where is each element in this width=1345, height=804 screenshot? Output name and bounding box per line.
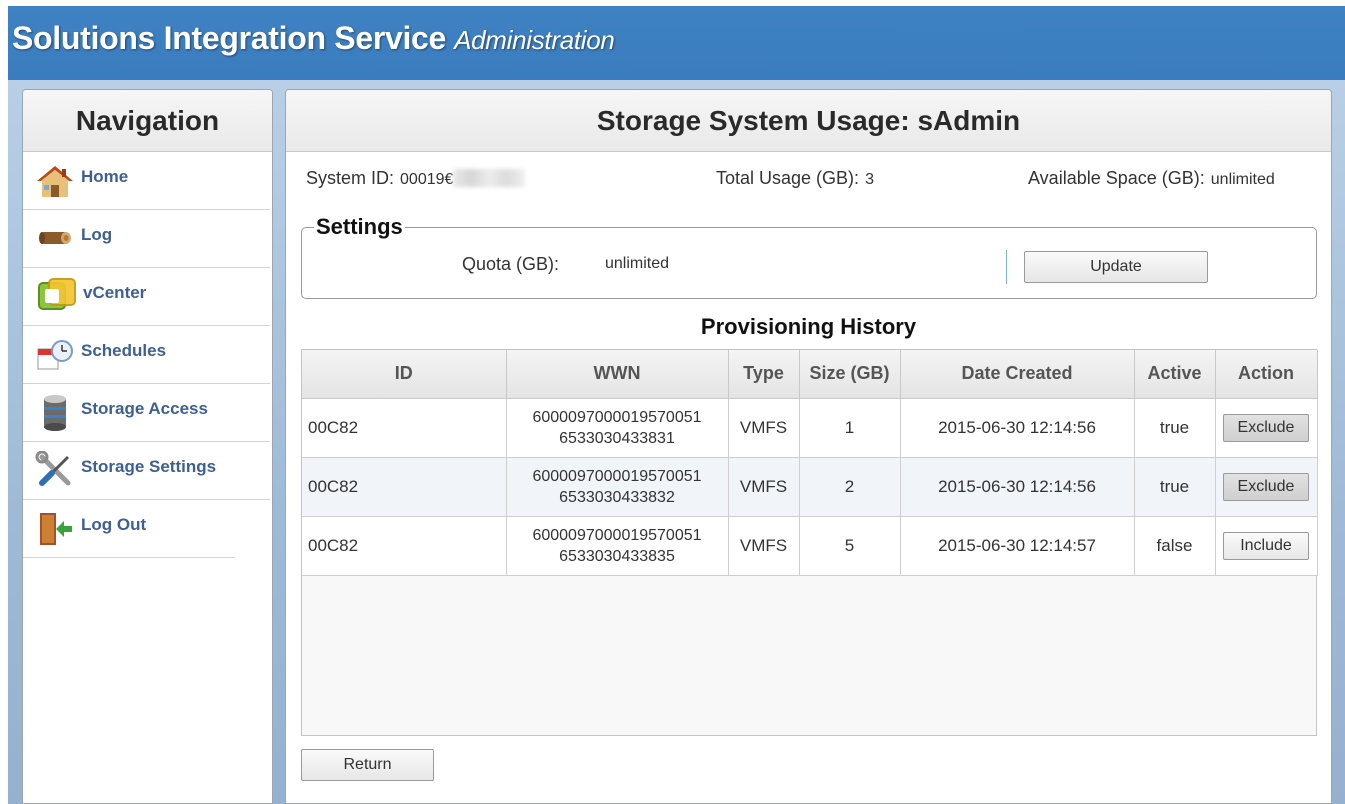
cell-date-created: 2015-06-30 12:14:56	[900, 398, 1135, 458]
nav-item-vcenter[interactable]: vCenter	[23, 268, 270, 326]
app-title: Solutions Integration Service Administrat…	[12, 20, 615, 57]
wwn-line-1: 6000097000019570051	[532, 526, 702, 544]
cell-active: false	[1134, 516, 1216, 576]
cell-wwn: 6000097000019570051 6533030433831	[506, 398, 729, 458]
wwn-line-1: 6000097000019570051	[532, 467, 702, 485]
cell-id: 00C82	[302, 516, 507, 576]
cell-date-created: 2015-06-30 12:14:56	[900, 457, 1135, 517]
nav-item-label: Log	[81, 224, 113, 244]
quota-label: Quota (GB):	[462, 254, 560, 274]
nav-item-log-out[interactable]: Log Out	[23, 500, 235, 558]
wrench-screwdriver-icon	[33, 450, 77, 491]
wood-log-icon	[33, 219, 77, 259]
cell-active: true	[1134, 457, 1216, 517]
cell-size: 5	[799, 516, 901, 576]
total-usage: Total Usage (GB): 3	[716, 168, 874, 189]
column-header-type[interactable]: Type	[728, 350, 800, 399]
exclude-button[interactable]: Exclude	[1223, 413, 1309, 442]
quota-value: unlimited	[605, 255, 670, 272]
vcenter-icon	[35, 277, 79, 317]
system-id: System ID: 00019€	[306, 168, 526, 189]
main-panel: Storage System Usage: sAdmin System ID: 0…	[285, 89, 1332, 804]
nav-item-label: Home	[81, 166, 129, 186]
column-header-id[interactable]: ID	[302, 350, 507, 399]
column-header-active[interactable]: Active	[1134, 350, 1216, 399]
column-header-date-created[interactable]: Date Created	[900, 350, 1135, 399]
settings-legend: Settings	[314, 214, 405, 240]
cell-date-created: 2015-06-30 12:14:57	[900, 516, 1135, 576]
nav-item-label: Schedules	[81, 340, 167, 360]
nav-item-label: Storage Access	[81, 398, 208, 418]
include-button[interactable]: Include	[1223, 531, 1309, 560]
return-button[interactable]: Return	[301, 749, 434, 781]
calendar-clock-icon	[33, 335, 77, 375]
house-icon	[33, 161, 77, 201]
column-header-wwn[interactable]: WWN	[506, 350, 729, 399]
total-usage-value: 3	[865, 171, 874, 188]
cell-size: 1	[799, 398, 901, 458]
door-exit-icon	[33, 509, 77, 549]
navigation-panel: Navigation Home Log vCenter Schedules St…	[22, 89, 273, 804]
storage-cylinder-icon	[33, 393, 77, 433]
nav-item-home[interactable]: Home	[23, 152, 270, 210]
provisioning-history-table: ID WWN Type Size (GB) Date Created Activ…	[301, 349, 1318, 736]
cell-wwn: 6000097000019570051 6533030433832	[506, 457, 729, 517]
table-row: 00C82 6000097000019570051 6533030433832 V…	[302, 457, 1318, 517]
cell-type: VMFS	[728, 516, 800, 576]
nav-item-storage-access[interactable]: Storage Access	[23, 384, 270, 442]
column-header-size[interactable]: Size (GB)	[799, 350, 901, 399]
available-space-value: unlimited	[1210, 171, 1275, 188]
system-id-label: System ID:	[306, 168, 395, 188]
cell-active: true	[1134, 398, 1216, 458]
cell-action: Exclude	[1215, 398, 1318, 458]
table-row: 00C82 6000097000019570051 6533030433831 V…	[302, 398, 1318, 458]
settings-fieldset: Settings Quota (GB): unlimited Update	[301, 214, 1317, 299]
wwn-line-2: 6533030433831	[559, 429, 675, 447]
wwn-line-2: 6533030433835	[559, 547, 675, 565]
nav-item-label: vCenter	[83, 282, 147, 302]
cell-action: Include	[1215, 516, 1318, 576]
table-row: 00C82 6000097000019570051 6533030433835 V…	[302, 516, 1318, 576]
wwn-line-2: 6533030433832	[559, 488, 675, 506]
column-header-action[interactable]: Action	[1215, 350, 1318, 399]
nav-item-schedules[interactable]: Schedules	[23, 326, 270, 384]
table-header-row: ID WWN Type Size (GB) Date Created Activ…	[302, 350, 1318, 399]
app-header: Solutions Integration Service Administrat…	[8, 6, 1345, 80]
settings-divider	[1006, 250, 1007, 284]
exclude-button[interactable]: Exclude	[1223, 472, 1309, 501]
page-title: Storage System Usage: sAdmin	[286, 90, 1331, 152]
total-usage-label: Total Usage (GB):	[716, 168, 860, 188]
cell-wwn: 6000097000019570051 6533030433835	[506, 516, 729, 576]
nav-item-log[interactable]: Log	[23, 210, 270, 268]
cell-size: 2	[799, 457, 901, 517]
cell-type: VMFS	[728, 398, 800, 458]
nav-item-label: Storage Settings	[81, 456, 217, 476]
app-title-text: Solutions Integration Service	[12, 20, 447, 56]
cell-id: 00C82	[302, 457, 507, 517]
nav-item-storage-settings[interactable]: Storage Settings	[23, 442, 270, 500]
app-subtitle: Administration	[454, 25, 615, 55]
wwn-line-1: 6000097000019570051	[532, 408, 702, 426]
cell-action: Exclude	[1215, 457, 1318, 517]
provisioning-history-title: Provisioning History	[700, 314, 917, 339]
available-space: Available Space (GB): unlimited	[1028, 168, 1275, 189]
nav-item-label: Log Out	[81, 514, 147, 534]
cell-id: 00C82	[302, 398, 507, 458]
redacted-blur	[453, 169, 526, 187]
navigation-heading: Navigation	[23, 90, 272, 152]
cell-type: VMFS	[728, 457, 800, 517]
available-space-label: Available Space (GB):	[1028, 168, 1205, 188]
update-button[interactable]: Update	[1024, 251, 1208, 283]
system-id-value: 00019€	[400, 171, 454, 188]
